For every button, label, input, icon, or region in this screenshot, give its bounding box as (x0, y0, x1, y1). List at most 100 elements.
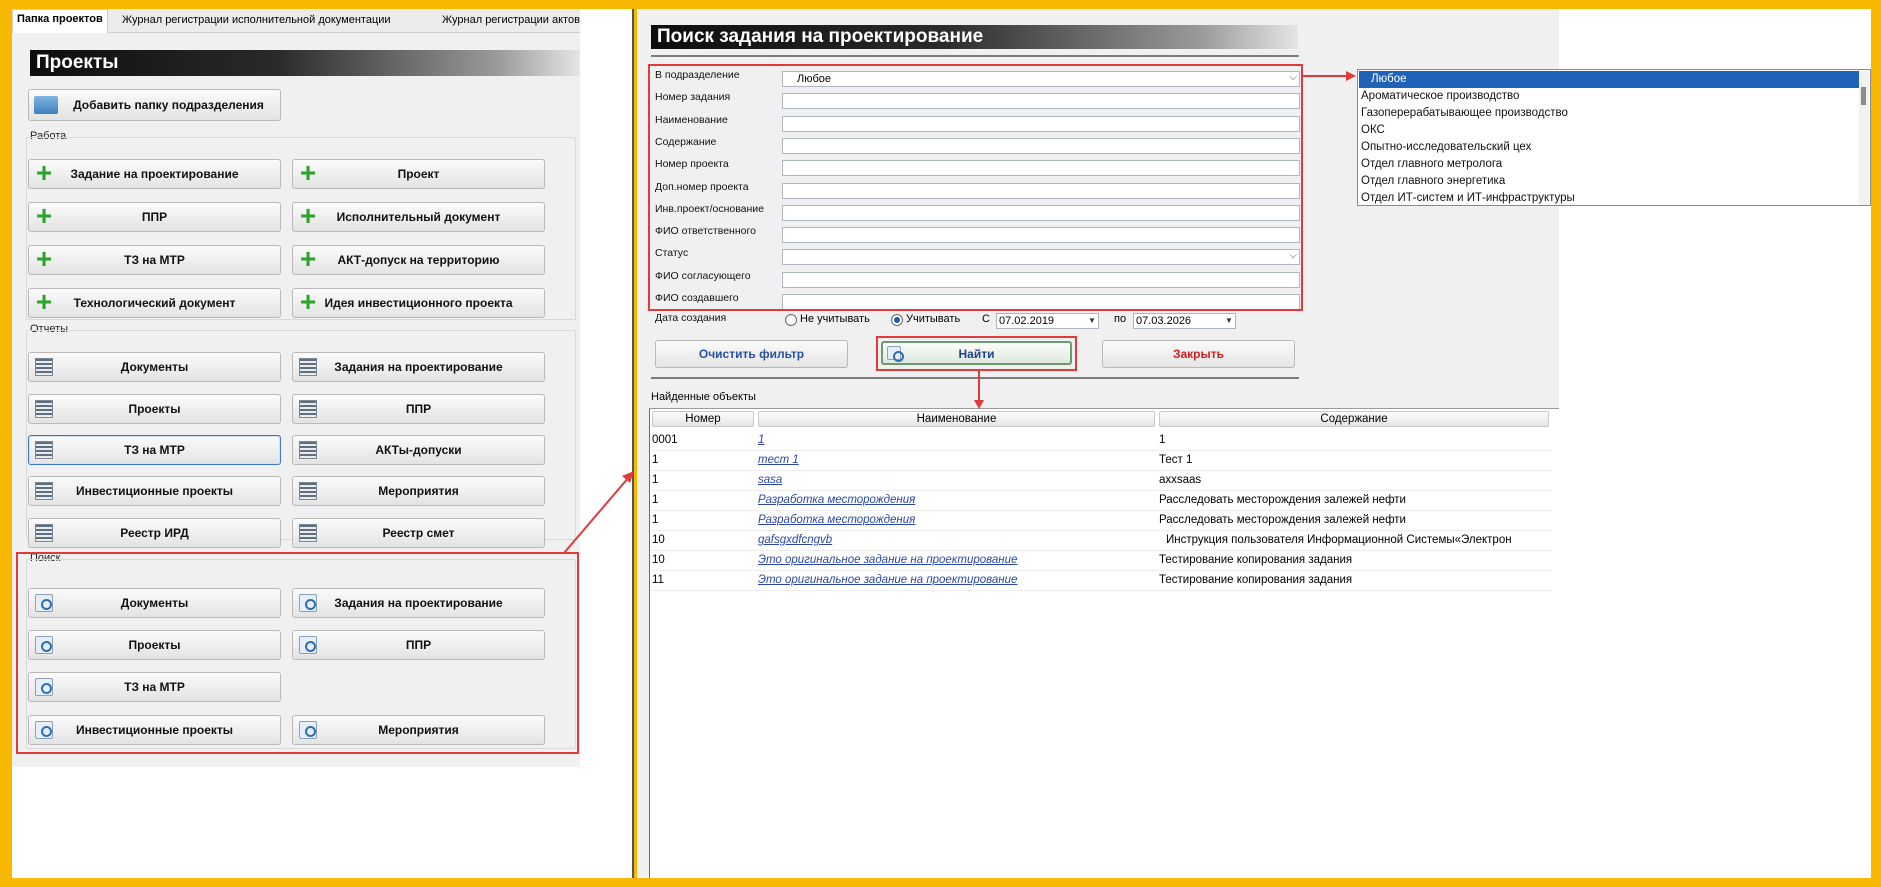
cell-name-link[interactable]: Это оригинальное задание на проектирован… (758, 574, 1153, 586)
work-button-4[interactable]: + Исполнительный документ (292, 202, 545, 232)
reports-button-3[interactable]: Проекты (28, 394, 281, 424)
search-button-4[interactable]: ППР (292, 630, 545, 660)
work-button-label: Проект (397, 167, 440, 181)
tab-execution-docs-journal[interactable]: Журнал регистрации исполнительной докуме… (122, 14, 391, 26)
search-button-5[interactable]: ТЗ на МТР (28, 672, 281, 702)
table-row[interactable]: 1 тест 1 Тест 1 (650, 451, 1552, 471)
work-button-5[interactable]: + ТЗ на МТР (28, 245, 281, 275)
work-button-6[interactable]: + АКТ-допуск на территорию (292, 245, 545, 275)
screenshot-frame: Папка проектов Журнал регистрации исполн… (0, 0, 1881, 887)
date-to-label: по (1114, 313, 1127, 325)
table-row[interactable]: 1 Разработка месторождения Расследовать ме… (650, 511, 1552, 531)
plus-icon: + (299, 243, 317, 274)
table-row[interactable]: 11 Это оригинальное задание на проектиров… (650, 571, 1552, 591)
work-button-8[interactable]: + Идея инвестиционного проекта (292, 288, 545, 318)
cell-content: Расследовать месторождения залежей нефти (1159, 494, 1406, 506)
reports-button-2[interactable]: Задания на проектирование (292, 352, 545, 382)
find-button-highlight (876, 336, 1077, 371)
division-dropdown-list: Любое Ароматическое производство Газоперер… (1357, 69, 1871, 206)
table-row[interactable]: 1 sasa axxsaas (650, 471, 1552, 491)
search-button-2[interactable]: Задания на проектирование (292, 588, 545, 618)
division-option[interactable]: Отдел ИТ-систем и ИТ-инфраструктуры (1359, 190, 1859, 207)
calendar-dropdown-icon: ▼ (1225, 316, 1233, 325)
column-header-content[interactable]: Содержание (1159, 411, 1549, 427)
work-button-label: Исполнительный документ (336, 210, 501, 224)
reports-button-4[interactable]: ППР (292, 394, 545, 424)
tab-acts-journal[interactable]: Журнал регистрации актов (442, 14, 580, 26)
cell-name-link[interactable]: 1 (758, 434, 1153, 446)
date-ignore-radio[interactable] (785, 314, 797, 326)
search-button-6[interactable]: Инвестиционные проекты (28, 715, 281, 745)
reports-button-5[interactable]: ТЗ на МТР (28, 435, 281, 465)
add-folder-button[interactable]: Добавить папку подразделения (28, 89, 281, 121)
table-row[interactable]: 0001 1 1 (650, 431, 1552, 451)
calendar-dropdown-icon: ▼ (1088, 316, 1096, 325)
table-row[interactable]: 10 Это оригинальное задание на проектиров… (650, 551, 1552, 571)
clear-filter-button[interactable]: Очистить фильтр (655, 340, 848, 368)
division-option[interactable]: ОКС (1359, 122, 1859, 139)
reports-button-7[interactable]: Инвестиционные проекты (28, 476, 281, 506)
reports-button-9[interactable]: Реестр ИРД (28, 518, 281, 548)
cell-name-link[interactable]: Разработка месторождения (758, 514, 1153, 526)
reports-button-label: Проекты (128, 402, 181, 416)
clear-filter-label: Очистить фильтр (698, 347, 805, 361)
dropdown-scrollbar[interactable] (1859, 71, 1869, 205)
cell-name-link[interactable]: Это оригинальное задание на проектирован… (758, 554, 1153, 566)
plus-icon: + (299, 200, 317, 231)
add-folder-label: Добавить папку подразделения (73, 98, 264, 112)
search-document-icon (35, 678, 53, 696)
work-button-label: АКТ-допуск на территорию (337, 253, 500, 267)
reports-button-label: ППР (405, 402, 432, 416)
column-header-name[interactable]: Наименование (758, 411, 1155, 427)
table-row[interactable]: 10 gafsgxdfcngvb Инструкция пользователя И… (650, 531, 1552, 551)
close-button-label: Закрыть (1172, 347, 1225, 361)
cell-content: 1 (1159, 434, 1166, 446)
date-to-picker[interactable]: 07.03.2026 ▼ (1133, 313, 1236, 329)
tab-project-folder[interactable]: Папка проектов (12, 9, 108, 33)
date-from-picker[interactable]: 07.02.2019 ▼ (996, 313, 1099, 329)
reports-button-6[interactable]: АКТы-допуски (292, 435, 545, 465)
reports-button-1[interactable]: Документы (28, 352, 281, 382)
division-option[interactable]: Отдел главного метролога (1359, 156, 1859, 173)
plus-icon: + (299, 286, 317, 317)
reports-button-label: АКТы-допуски (375, 443, 462, 457)
division-option[interactable]: Газоперерабатывающее производство (1359, 105, 1859, 122)
reports-button-10[interactable]: Реестр смет (292, 518, 545, 548)
date-from-label: С (982, 313, 990, 325)
cell-number: 1 (652, 494, 659, 506)
cell-content: Расследовать месторождения залежей нефти (1159, 514, 1406, 526)
search-button-label: Документы (120, 596, 189, 610)
cell-name-link[interactable]: sasa (758, 474, 1153, 486)
division-option[interactable]: Опытно-исследовательский цех (1359, 139, 1859, 156)
search-button-7[interactable]: Мероприятия (292, 715, 545, 745)
reports-button-label: Инвестиционные проекты (75, 484, 234, 498)
work-button-7[interactable]: + Технологический документ (28, 288, 281, 318)
column-header-number[interactable]: Номер (652, 411, 754, 427)
division-option[interactable]: Отдел главного энергетика (1359, 173, 1859, 190)
division-option[interactable]: Ароматическое производство (1359, 88, 1859, 105)
date-use-radio[interactable] (891, 314, 903, 326)
cell-number: 0001 (652, 434, 678, 446)
tab-bar: Папка проектов Журнал регистрации исполн… (12, 9, 580, 33)
reports-button-label: Реестр ИРД (120, 526, 189, 540)
table-row[interactable]: 1 Разработка месторождения Расследовать ме… (650, 491, 1552, 511)
reports-button-8[interactable]: Мероприятия (292, 476, 545, 506)
search-button-1[interactable]: Документы (28, 588, 281, 618)
cell-name-link[interactable]: gafsgxdfcngvb (758, 534, 1153, 546)
work-button-3[interactable]: + ППР (28, 202, 281, 232)
close-button[interactable]: Закрыть (1102, 340, 1295, 368)
cell-number: 10 (652, 554, 665, 566)
work-button-2[interactable]: + Проект (292, 159, 545, 189)
date-to-value: 07.03.2026 (1136, 315, 1192, 327)
search-document-icon (35, 594, 53, 612)
search-button-3[interactable]: Проекты (28, 630, 281, 660)
search-button-label: Инвестиционные проекты (75, 723, 234, 737)
cell-name-link[interactable]: Разработка месторождения (758, 494, 1153, 506)
cell-name-link[interactable]: тест 1 (758, 454, 1153, 466)
report-list-icon (299, 524, 317, 542)
cell-content: Тестирование копирования задания (1159, 554, 1353, 566)
plus-icon: + (35, 200, 53, 231)
report-list-icon (299, 441, 317, 459)
work-button-1[interactable]: + Задание на проектирование (28, 159, 281, 189)
division-option[interactable]: Любое (1359, 71, 1859, 88)
